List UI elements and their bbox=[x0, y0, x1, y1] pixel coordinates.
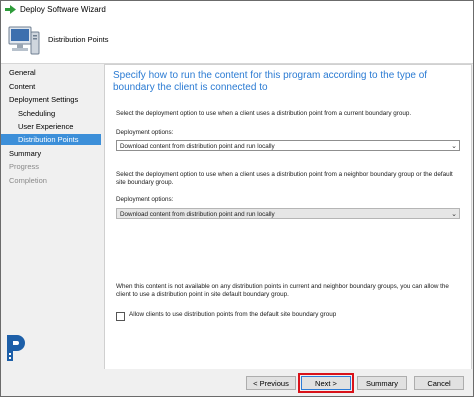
current-group-description: Select the deployment option to use when… bbox=[116, 110, 412, 117]
sidebar-item-user-experience[interactable]: User Experience bbox=[1, 121, 101, 132]
sidebar-item-label: Completion bbox=[9, 176, 47, 185]
summary-button[interactable]: Summary bbox=[357, 376, 407, 390]
sidebar-item-distribution-points[interactable]: Distribution Points bbox=[1, 134, 101, 145]
chevron-down-icon: ⌄ bbox=[451, 143, 457, 150]
sidebar-item-completion: Completion bbox=[1, 175, 101, 186]
sidebar-item-general[interactable]: General bbox=[1, 67, 101, 78]
next-button[interactable]: Next > bbox=[301, 376, 351, 390]
current-group-options-label: Deployment options: bbox=[116, 129, 174, 136]
sidebar-item-scheduling[interactable]: Scheduling bbox=[1, 108, 101, 119]
fallback-note: When this content is not available on an… bbox=[116, 283, 449, 298]
sidebar-item-label: User Experience bbox=[18, 122, 74, 131]
sidebar-item-label: Content bbox=[9, 82, 36, 91]
sidebar-item-label: Progress bbox=[9, 162, 40, 171]
sidebar-item-label: Distribution Points bbox=[18, 135, 79, 144]
wizard-window: Deploy Software Wizard Distribution Poin… bbox=[0, 0, 474, 397]
neighbor-group-options-label: Deployment options: bbox=[116, 196, 174, 203]
brand-logo-icon bbox=[4, 333, 28, 365]
wizard-footer: < Previous Next > Summary Cancel bbox=[1, 369, 473, 396]
sidebar-item-label: Scheduling bbox=[18, 109, 56, 118]
sidebar-item-progress: Progress bbox=[1, 161, 101, 172]
wizard-steps-sidebar: General Content Deployment Settings Sche… bbox=[1, 64, 103, 364]
wizard-header: Distribution Points bbox=[1, 18, 473, 64]
sidebar-item-deployment-settings[interactable]: Deployment Settings bbox=[1, 94, 101, 105]
allow-default-site-boundary-label[interactable]: Allow clients to use distribution points… bbox=[129, 311, 336, 318]
sidebar-item-label: General bbox=[9, 68, 36, 77]
neighbor-group-deployment-select[interactable]: Download content from distribution point… bbox=[116, 208, 460, 219]
page-title: Distribution Points bbox=[48, 35, 109, 44]
computer-icon bbox=[7, 24, 41, 60]
neighbor-group-selected-value: Download content from distribution point… bbox=[120, 211, 275, 218]
sidebar-item-summary[interactable]: Summary bbox=[1, 148, 101, 159]
current-group-selected-value: Download content from distribution point… bbox=[120, 143, 275, 150]
title-bar: Deploy Software Wizard bbox=[1, 1, 473, 18]
allow-default-site-boundary-checkbox[interactable] bbox=[116, 312, 125, 321]
sidebar-item-content[interactable]: Content bbox=[1, 81, 101, 92]
wizard-arrow-icon bbox=[5, 5, 16, 16]
chevron-down-icon: ⌄ bbox=[451, 211, 457, 218]
previous-button[interactable]: < Previous bbox=[246, 376, 296, 390]
section-heading: Specify how to run the content for this … bbox=[113, 70, 428, 93]
current-group-deployment-select[interactable]: Download content from distribution point… bbox=[116, 140, 460, 151]
sidebar-item-label: Summary bbox=[9, 149, 42, 158]
main-panel: Specify how to run the content for this … bbox=[104, 64, 472, 370]
cancel-button[interactable]: Cancel bbox=[414, 376, 464, 390]
sidebar-item-label: Deployment Settings bbox=[9, 95, 79, 104]
window-title: Deploy Software Wizard bbox=[20, 5, 106, 14]
neighbor-group-description: Select the deployment option to use when… bbox=[116, 171, 453, 186]
